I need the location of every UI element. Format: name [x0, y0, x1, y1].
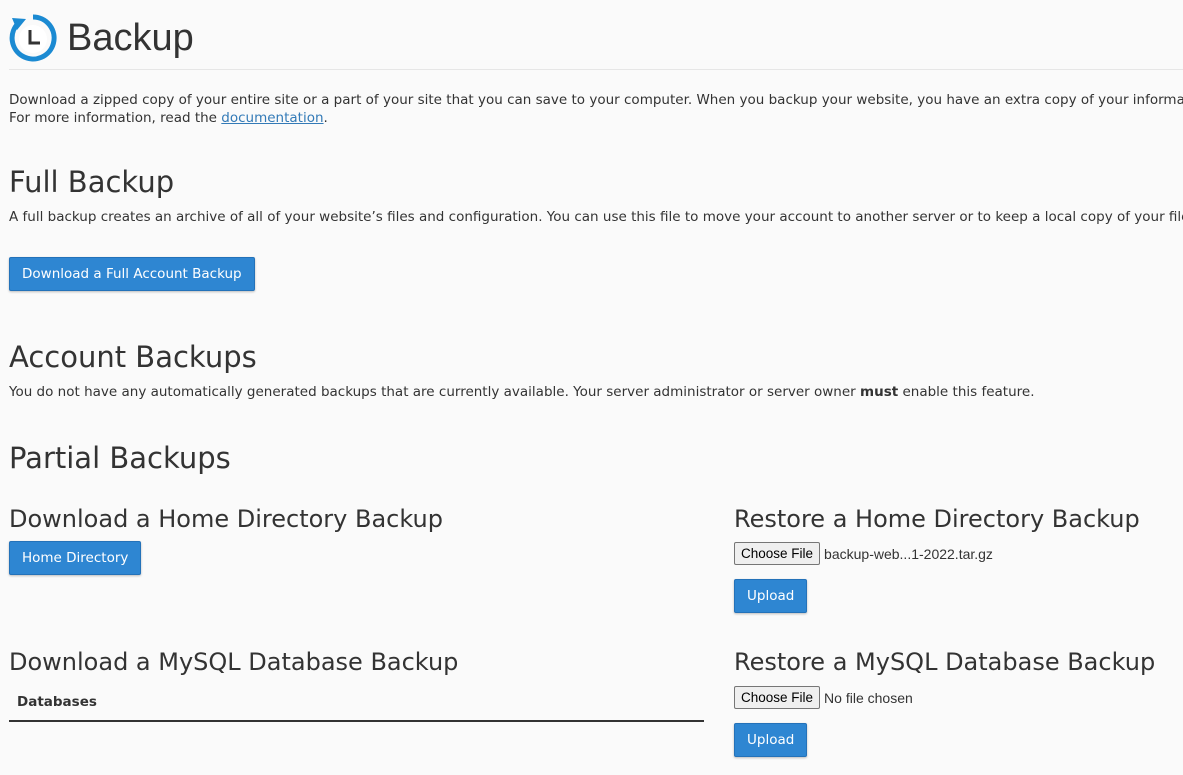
home-choose-file-button[interactable]: Choose File — [734, 542, 821, 565]
home-restore-title: Restore a Home Directory Backup — [734, 505, 1140, 533]
documentation-link[interactable]: documentation — [221, 110, 323, 126]
page-header: Backup — [9, 10, 194, 66]
intro-line-2: For more information, read the documenta… — [9, 109, 1183, 127]
account-backups-text: You do not have any automatically genera… — [9, 384, 861, 400]
mysql-choose-file-button[interactable]: Choose File — [734, 686, 821, 709]
full-backup-title: Full Backup — [9, 165, 175, 199]
mysql-download-title: Download a MySQL Database Backup — [9, 648, 459, 676]
home-download-title: Download a Home Directory Backup — [9, 505, 443, 533]
intro-text: Download a zipped copy of your entire si… — [9, 91, 1183, 127]
header-divider — [9, 69, 1183, 70]
home-upload-button[interactable]: Upload — [734, 579, 808, 613]
intro-line-2-prefix: For more information, read the — [9, 110, 222, 126]
mysql-file-name: No file chosen — [824, 689, 913, 706]
full-backup-description: A full backup creates an archive of all … — [9, 209, 1183, 225]
partial-backups-title: Partial Backups — [9, 441, 231, 475]
backup-page: Backup Download a zipped copy of your en… — [0, 0, 1183, 775]
download-full-backup-button[interactable]: Download a Full Account Backup — [9, 257, 255, 291]
home-restore-file-input[interactable]: Choose File backup-web...1-2022.tar.gz — [734, 542, 993, 565]
databases-column-header: Databases — [17, 694, 97, 710]
account-backups-emphasis: must — [860, 384, 899, 400]
databases-table-header: Databases — [9, 686, 704, 722]
account-backups-description: You do not have any automatically genera… — [9, 384, 1035, 400]
mysql-restore-title: Restore a MySQL Database Backup — [734, 648, 1156, 676]
home-file-name: backup-web...1-2022.tar.gz — [824, 545, 993, 562]
intro-line-1: Download a zipped copy of your entire si… — [9, 92, 1183, 108]
intro-line-2-suffix: . — [323, 110, 328, 126]
account-backups-title: Account Backups — [9, 340, 257, 374]
home-directory-button[interactable]: Home Directory — [9, 541, 142, 575]
mysql-upload-button[interactable]: Upload — [734, 723, 808, 757]
mysql-restore-file-input[interactable]: Choose File No file chosen — [734, 686, 913, 709]
page-title: Backup — [67, 17, 194, 59]
account-backups-text-end: enable this feature. — [898, 384, 1035, 400]
backup-restore-icon — [9, 14, 57, 62]
